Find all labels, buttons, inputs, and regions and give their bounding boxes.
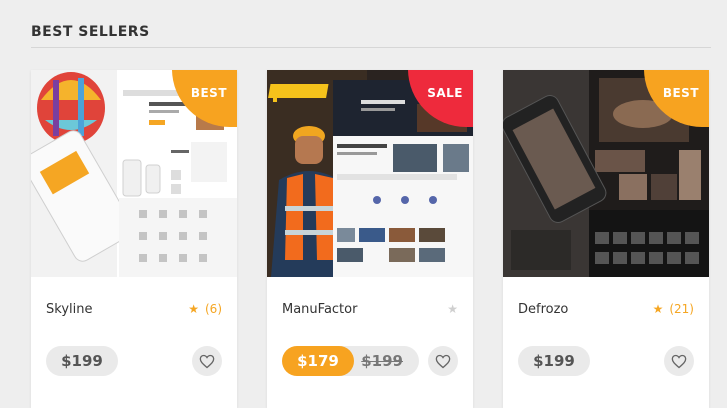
section-title: BEST SELLERS	[31, 24, 150, 40]
product-card-manufactor[interactable]: SALE ManuFactor ★ $199 $179	[267, 70, 473, 408]
section-divider	[31, 47, 711, 48]
sale-price-button[interactable]: $179	[282, 346, 354, 376]
rating-count: (6)	[205, 302, 222, 316]
product-thumbnail[interactable]: BEST	[503, 70, 709, 277]
favorite-button[interactable]	[428, 346, 458, 376]
star-icon: ★	[652, 302, 664, 316]
heart-icon	[199, 354, 215, 368]
product-rating: ★	[447, 302, 458, 316]
star-icon: ★	[188, 302, 199, 316]
rating-count: (21)	[669, 302, 694, 316]
favorite-button[interactable]	[192, 346, 222, 376]
product-rating: ★ (21)	[653, 302, 694, 316]
price-button[interactable]: $199	[518, 346, 590, 376]
favorite-button[interactable]	[664, 346, 694, 376]
product-card-defrozo[interactable]: BEST Defrozo ★ (21) $199	[503, 70, 709, 408]
product-thumbnail[interactable]: SALE	[267, 70, 473, 277]
star-icon: ★	[447, 302, 458, 316]
price-button[interactable]: $199	[46, 346, 118, 376]
product-name[interactable]: Skyline	[46, 302, 92, 317]
product-name[interactable]: Defrozo	[518, 302, 568, 317]
heart-icon	[435, 354, 451, 368]
product-rating: ★ (6)	[188, 302, 222, 316]
product-card-skyline[interactable]: BEST Skyline ★ (6) $199	[31, 70, 237, 408]
heart-icon	[671, 354, 687, 368]
product-name[interactable]: ManuFactor	[282, 302, 357, 317]
product-thumbnail[interactable]: BEST	[31, 70, 237, 277]
